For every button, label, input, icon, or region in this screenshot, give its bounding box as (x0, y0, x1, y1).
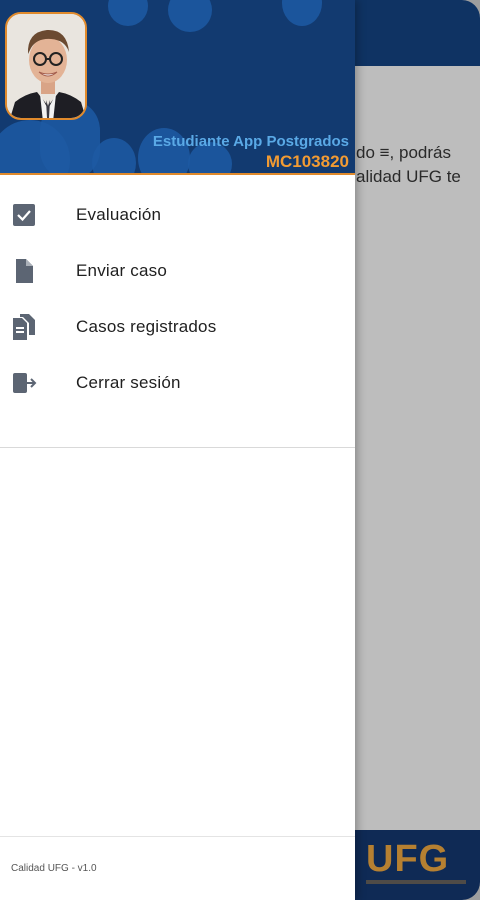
background-text-line-2: alidad UFG te (356, 167, 461, 186)
ufg-logo-tagline (366, 880, 466, 884)
user-name: Estudiante App Postgrados (152, 133, 349, 150)
background-text-line-1: do ≡, podrás (356, 143, 451, 162)
menu-item-cerrar-sesion[interactable]: Cerrar sesión (0, 355, 355, 411)
menu-item-label: Evaluación (76, 205, 162, 224)
documents-icon (0, 314, 76, 340)
user-avatar (5, 12, 87, 120)
menu-item-label: Enviar caso (76, 261, 168, 280)
navigation-drawer[interactable]: Estudiante App Postgrados MC103820 Evalu… (0, 0, 355, 900)
menu-item-evaluacion[interactable]: Evaluación (0, 187, 355, 243)
app-version: Calidad UFG - v1.0 (11, 863, 97, 874)
ufg-logo: UFG (366, 838, 450, 880)
user-code: MC103820 (265, 152, 349, 171)
menu-item-label: Casos registrados (76, 317, 217, 336)
menu-item-casos-registrados[interactable]: Casos registrados (0, 299, 355, 355)
menu-divider (0, 447, 355, 448)
drawer-menu: Evaluación Enviar caso Casos registrados… (0, 175, 355, 411)
logout-icon (0, 372, 76, 394)
footer-divider (0, 836, 355, 837)
checkbox-checked-icon (0, 204, 76, 226)
menu-item-label: Cerrar sesión (76, 373, 181, 392)
document-icon (0, 259, 76, 283)
drawer-header: Estudiante App Postgrados MC103820 (0, 0, 355, 175)
menu-item-enviar-caso[interactable]: Enviar caso (0, 243, 355, 299)
